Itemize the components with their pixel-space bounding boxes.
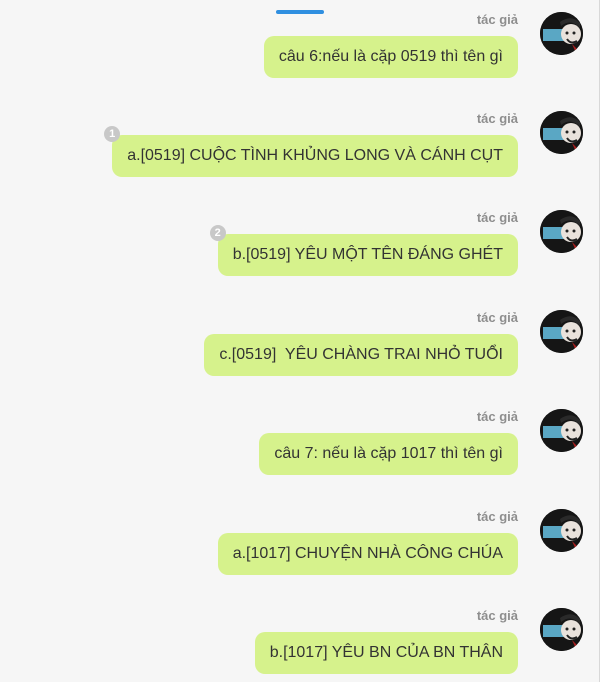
- message-bubble[interactable]: câu 6:nếu là cặp 0519 thì tên gì: [263, 36, 518, 78]
- author-label: tác giả: [476, 310, 518, 325]
- user-avatar-icon[interactable]: [540, 509, 583, 552]
- message-text: câu 6:nếu là cặp 0519 thì tên gì: [278, 48, 503, 65]
- message-item: tác giả 2 b.[0519] YÊU MỘT TÊN ĐÁNG GHÉT: [3, 210, 583, 290]
- message-item: tác giả câu 7: nếu là cặp 1017 thì tên g…: [3, 409, 583, 489]
- chat-screen: tác giả câu 6:nếu là cặp 0519 thì tên gì…: [0, 0, 600, 682]
- user-avatar-icon[interactable]: [540, 210, 583, 253]
- message-item: tác giả 1 a.[0519] CUỘC TÌNH KHỦNG LONG …: [3, 111, 583, 191]
- message-item: tác giả câu 6:nếu là cặp 0519 thì tên gì: [3, 12, 583, 92]
- user-avatar-icon[interactable]: [540, 409, 583, 452]
- user-avatar-icon[interactable]: [540, 608, 583, 651]
- user-avatar-icon[interactable]: [540, 310, 583, 353]
- message-bubble[interactable]: câu 7: nếu là cặp 1017 thì tên gì: [259, 433, 518, 475]
- message-text: a.[1017] CHUYỆN NHÀ CÔNG CHÚA: [232, 545, 503, 562]
- reaction-count-badge[interactable]: 1: [104, 126, 121, 142]
- message-text: b.[0519] YÊU MỘT TÊN ĐÁNG GHÉT: [232, 246, 503, 263]
- message-bubble[interactable]: a.[1017] CHUYỆN NHÀ CÔNG CHÚA: [217, 533, 518, 575]
- message-text: a.[0519] CUỘC TÌNH KHỦNG LONG VÀ CÁNH CỤ…: [127, 147, 503, 164]
- reaction-count-badge[interactable]: 2: [209, 225, 226, 241]
- author-label: tác giả: [476, 409, 518, 424]
- author-label: tác giả: [476, 210, 518, 225]
- author-label: tác giả: [476, 12, 518, 27]
- message-item: tác giả a.[1017] CHUYỆN NHÀ CÔNG CHÚA: [3, 509, 583, 589]
- author-label: tác giả: [476, 111, 518, 126]
- message-bubble[interactable]: b.[1017] YÊU BN CỦA BN THÂN: [254, 632, 518, 674]
- message-text: c.[0519] YÊU CHÀNG TRAI NHỎ TUỔI: [219, 346, 503, 363]
- message-bubble[interactable]: 1 a.[0519] CUỘC TÌNH KHỦNG LONG VÀ CÁNH …: [104, 126, 518, 177]
- message-item: tác giả c.[0519] YÊU CHÀNG TRAI NHỎ TUỔI: [3, 310, 583, 390]
- author-label: tác giả: [476, 608, 518, 623]
- message-bubble[interactable]: c.[0519] YÊU CHÀNG TRAI NHỎ TUỔI: [204, 334, 518, 376]
- message-item: tác giả b.[1017] YÊU BN CỦA BN THÂN: [3, 608, 583, 682]
- user-avatar-icon[interactable]: [540, 12, 583, 55]
- message-bubble[interactable]: 2 b.[0519] YÊU MỘT TÊN ĐÁNG GHÉT: [209, 225, 518, 276]
- message-text: b.[1017] YÊU BN CỦA BN THÂN: [269, 644, 503, 661]
- message-text: câu 7: nếu là cặp 1017 thì tên gì: [274, 445, 503, 462]
- author-label: tác giả: [476, 509, 518, 524]
- user-avatar-icon[interactable]: [540, 111, 583, 154]
